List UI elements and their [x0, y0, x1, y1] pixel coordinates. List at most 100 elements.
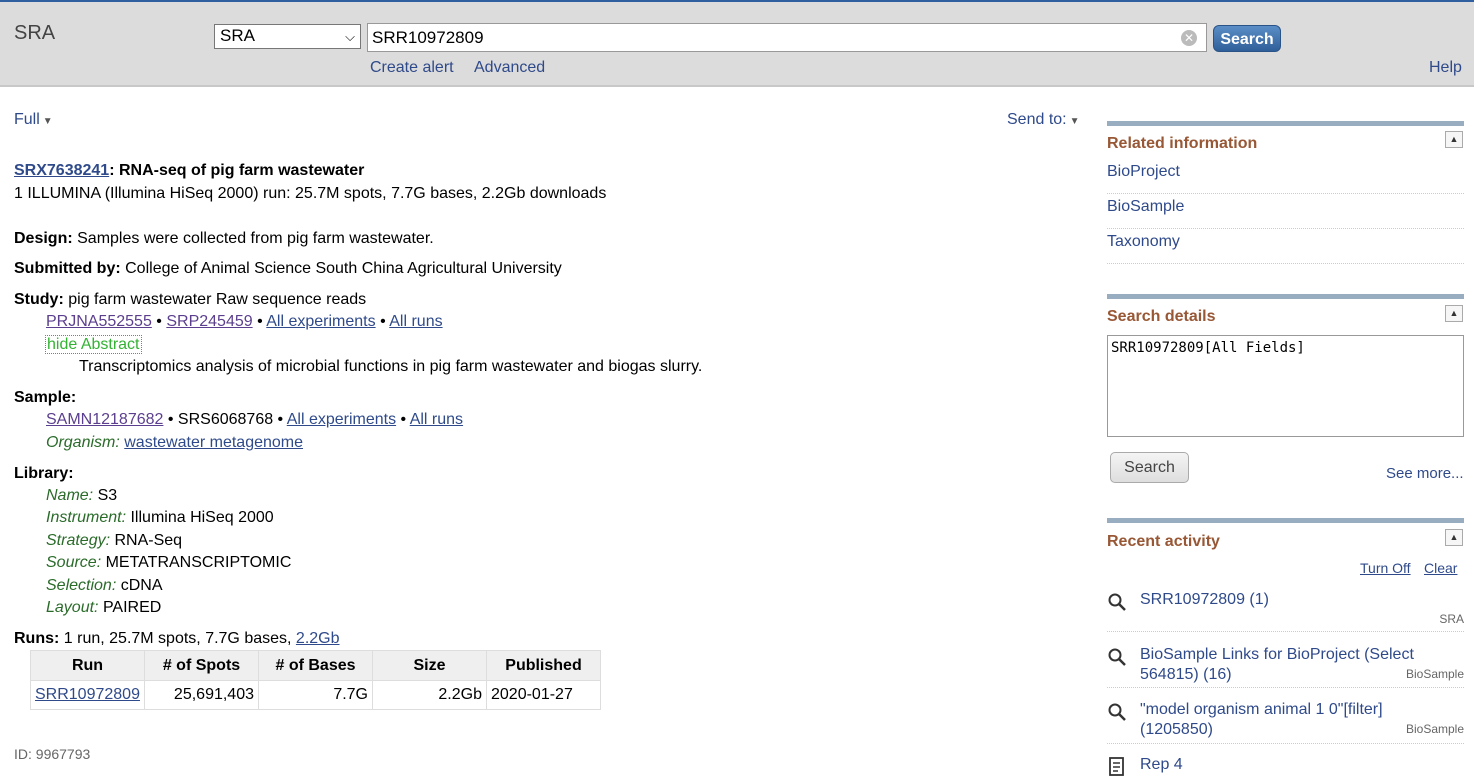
library-selection-row: Selection: cDNA [46, 577, 163, 594]
library-name-row: Name: S3 [46, 487, 118, 504]
library-instrument-row: Instrument: Illumina HiSeq 2000 [46, 509, 274, 526]
database-select[interactable]: SRA ⌵ [214, 24, 361, 49]
study-links: PRJNA552555 • SRP245459 • All experiment… [46, 313, 443, 330]
size-cell: 2.2Gb [372, 680, 487, 710]
activity-item[interactable]: BioSample Links for BioProject (Select 5… [1107, 645, 1464, 688]
hide-abstract-label: hide Abstract [45, 335, 142, 354]
search-input[interactable]: SRR10972809 ✕ [367, 23, 1207, 52]
record-title: : RNA-seq of pig farm wastewater [109, 162, 365, 179]
design-label: Design: [14, 230, 73, 247]
biosample-link[interactable]: SAMN12187682 [46, 411, 163, 428]
activity-db: BioSample [1405, 667, 1464, 681]
send-to-label: Send to: [1007, 111, 1067, 128]
help-link[interactable]: Help [1429, 59, 1462, 77]
submitted-label: Submitted by: [14, 260, 121, 277]
clear-link[interactable]: Clear [1424, 560, 1457, 576]
portlet-divider [1107, 121, 1464, 126]
activity-text: "model organism animal 1 0"[filter] (120… [1140, 701, 1383, 738]
study-value: pig farm wastewater Raw sequence reads [68, 291, 367, 308]
search-icon [1108, 703, 1126, 721]
column-header: # of Spots [144, 650, 259, 681]
portlet-divider [1107, 294, 1464, 299]
related-item-biosample[interactable]: BioSample [1107, 194, 1464, 229]
study-all-runs-link[interactable]: All runs [389, 313, 442, 330]
submitted-value: College of Animal Science South China Ag… [125, 260, 562, 277]
search-input-value: SRR10972809 [372, 28, 484, 47]
search-icon [1108, 593, 1126, 611]
activity-db: BioSample [1405, 722, 1464, 736]
caret-down-icon: ▼ [1069, 116, 1080, 127]
document-icon [1109, 757, 1124, 776]
run-link[interactable]: SRR10972809 [35, 686, 140, 703]
collapse-icon[interactable]: ▲ [1445, 131, 1463, 148]
spots-cell: 25,691,403 [144, 680, 259, 710]
database-select-value: SRA [220, 26, 255, 45]
record-summary: 1 ILLUMINA (Illumina HiSeq 2000) run: 25… [14, 185, 607, 202]
activity-db: SRA [1439, 612, 1464, 626]
run-cell: SRR10972809 [30, 680, 145, 710]
related-item-bioproject[interactable]: BioProject [1107, 159, 1464, 194]
organism-label: Organism: [46, 434, 120, 451]
search-details-button[interactable]: Search [1110, 452, 1189, 483]
design-value: Samples were collected from pig farm was… [77, 230, 434, 247]
table-row: SRR10972809 25,691,403 7.7G 2.2Gb 2020-0… [30, 680, 601, 710]
activity-text: Rep 4 [1140, 756, 1183, 773]
record-heading: SRX7638241: RNA-seq of pig farm wastewat… [14, 162, 364, 180]
experiment-accession-link[interactable]: SRX7638241 [14, 162, 109, 179]
study-all-experiments-link[interactable]: All experiments [266, 313, 375, 330]
column-header: Run [30, 650, 145, 681]
column-header: Size [372, 650, 487, 681]
organism-row: Organism: wastewater metagenome [46, 434, 303, 452]
recent-activity-title: Recent activity [1107, 533, 1220, 550]
study-row: Study: pig farm wastewater Raw sequence … [14, 291, 366, 309]
srs-id: SRS6068768 [177, 411, 274, 428]
header-bar: SRA SRA ⌵ SRR10972809 ✕ Search Create al… [0, 0, 1474, 87]
runs-row: Runs: 1 run, 25.7M spots, 7.7G bases, 2.… [14, 630, 340, 648]
organism-link[interactable]: wastewater metagenome [124, 434, 303, 451]
turn-off-link[interactable]: Turn Off [1360, 560, 1411, 576]
activity-item[interactable]: SRR10972809 (1) SRA [1107, 590, 1464, 632]
hide-abstract-toggle[interactable]: hide Abstract [45, 335, 142, 354]
collapse-icon[interactable]: ▲ [1445, 529, 1463, 546]
srp-link[interactable]: SRP245459 [166, 313, 252, 330]
clear-icon[interactable]: ✕ [1181, 30, 1197, 46]
library-layout-row: Layout: PAIRED [46, 599, 162, 616]
runs-download-link[interactable]: 2.2Gb [296, 630, 340, 647]
sample-all-experiments-link[interactable]: All experiments [287, 411, 396, 428]
search-button[interactable]: Search [1213, 25, 1281, 52]
runs-table: Run # of Spots # of Bases Size Published… [30, 650, 601, 710]
search-details-title: Search details [1107, 308, 1216, 325]
bioproject-link[interactable]: PRJNA552555 [46, 313, 152, 330]
bases-cell: 7.7G [258, 680, 373, 710]
related-item-taxonomy[interactable]: Taxonomy [1107, 229, 1464, 264]
caret-down-icon: ▼ [42, 116, 53, 127]
abstract-text: Transcriptomics analysis of microbial fu… [79, 358, 703, 375]
search-details-textarea[interactable]: SRR10972809[All Fields] [1107, 335, 1464, 437]
create-alert-link[interactable]: Create alert [370, 59, 454, 77]
table-header-row: Run # of Spots # of Bases Size Published [30, 650, 601, 681]
library-source-row: Source: METATRANSCRIPTOMIC [46, 554, 292, 571]
activity-item[interactable]: Rep 4 [1107, 755, 1464, 776]
format-menu[interactable]: Full ▼ [14, 111, 53, 129]
column-header: Published [486, 650, 601, 681]
collapse-icon[interactable]: ▲ [1445, 305, 1463, 322]
design-row: Design: Samples were collected from pig … [14, 230, 434, 248]
record-id: ID: 9967793 [14, 746, 91, 762]
sample-all-runs-link[interactable]: All runs [410, 411, 463, 428]
column-header: # of Bases [258, 650, 373, 681]
send-to-menu[interactable]: Send to: ▼ [1007, 111, 1080, 129]
activity-item[interactable]: "model organism animal 1 0"[filter] (120… [1107, 700, 1464, 744]
runs-label: Runs: [14, 630, 60, 647]
activity-text: BioSample Links for BioProject (Select 5… [1140, 646, 1414, 683]
search-icon [1108, 648, 1126, 666]
published-cell: 2020-01-27 [486, 680, 601, 710]
advanced-link[interactable]: Advanced [474, 59, 545, 77]
sample-links: SAMN12187682 • SRS6068768 • All experime… [46, 411, 464, 428]
see-more-link[interactable]: See more... [1386, 465, 1464, 482]
sample-label: Sample: [14, 389, 77, 406]
chevron-down-icon: ⌵ [345, 29, 355, 44]
library-strategy-row: Strategy: RNA-Seq [46, 532, 183, 549]
submitted-row: Submitted by: College of Animal Science … [14, 260, 562, 278]
format-label: Full [14, 111, 40, 128]
study-label: Study: [14, 291, 64, 308]
